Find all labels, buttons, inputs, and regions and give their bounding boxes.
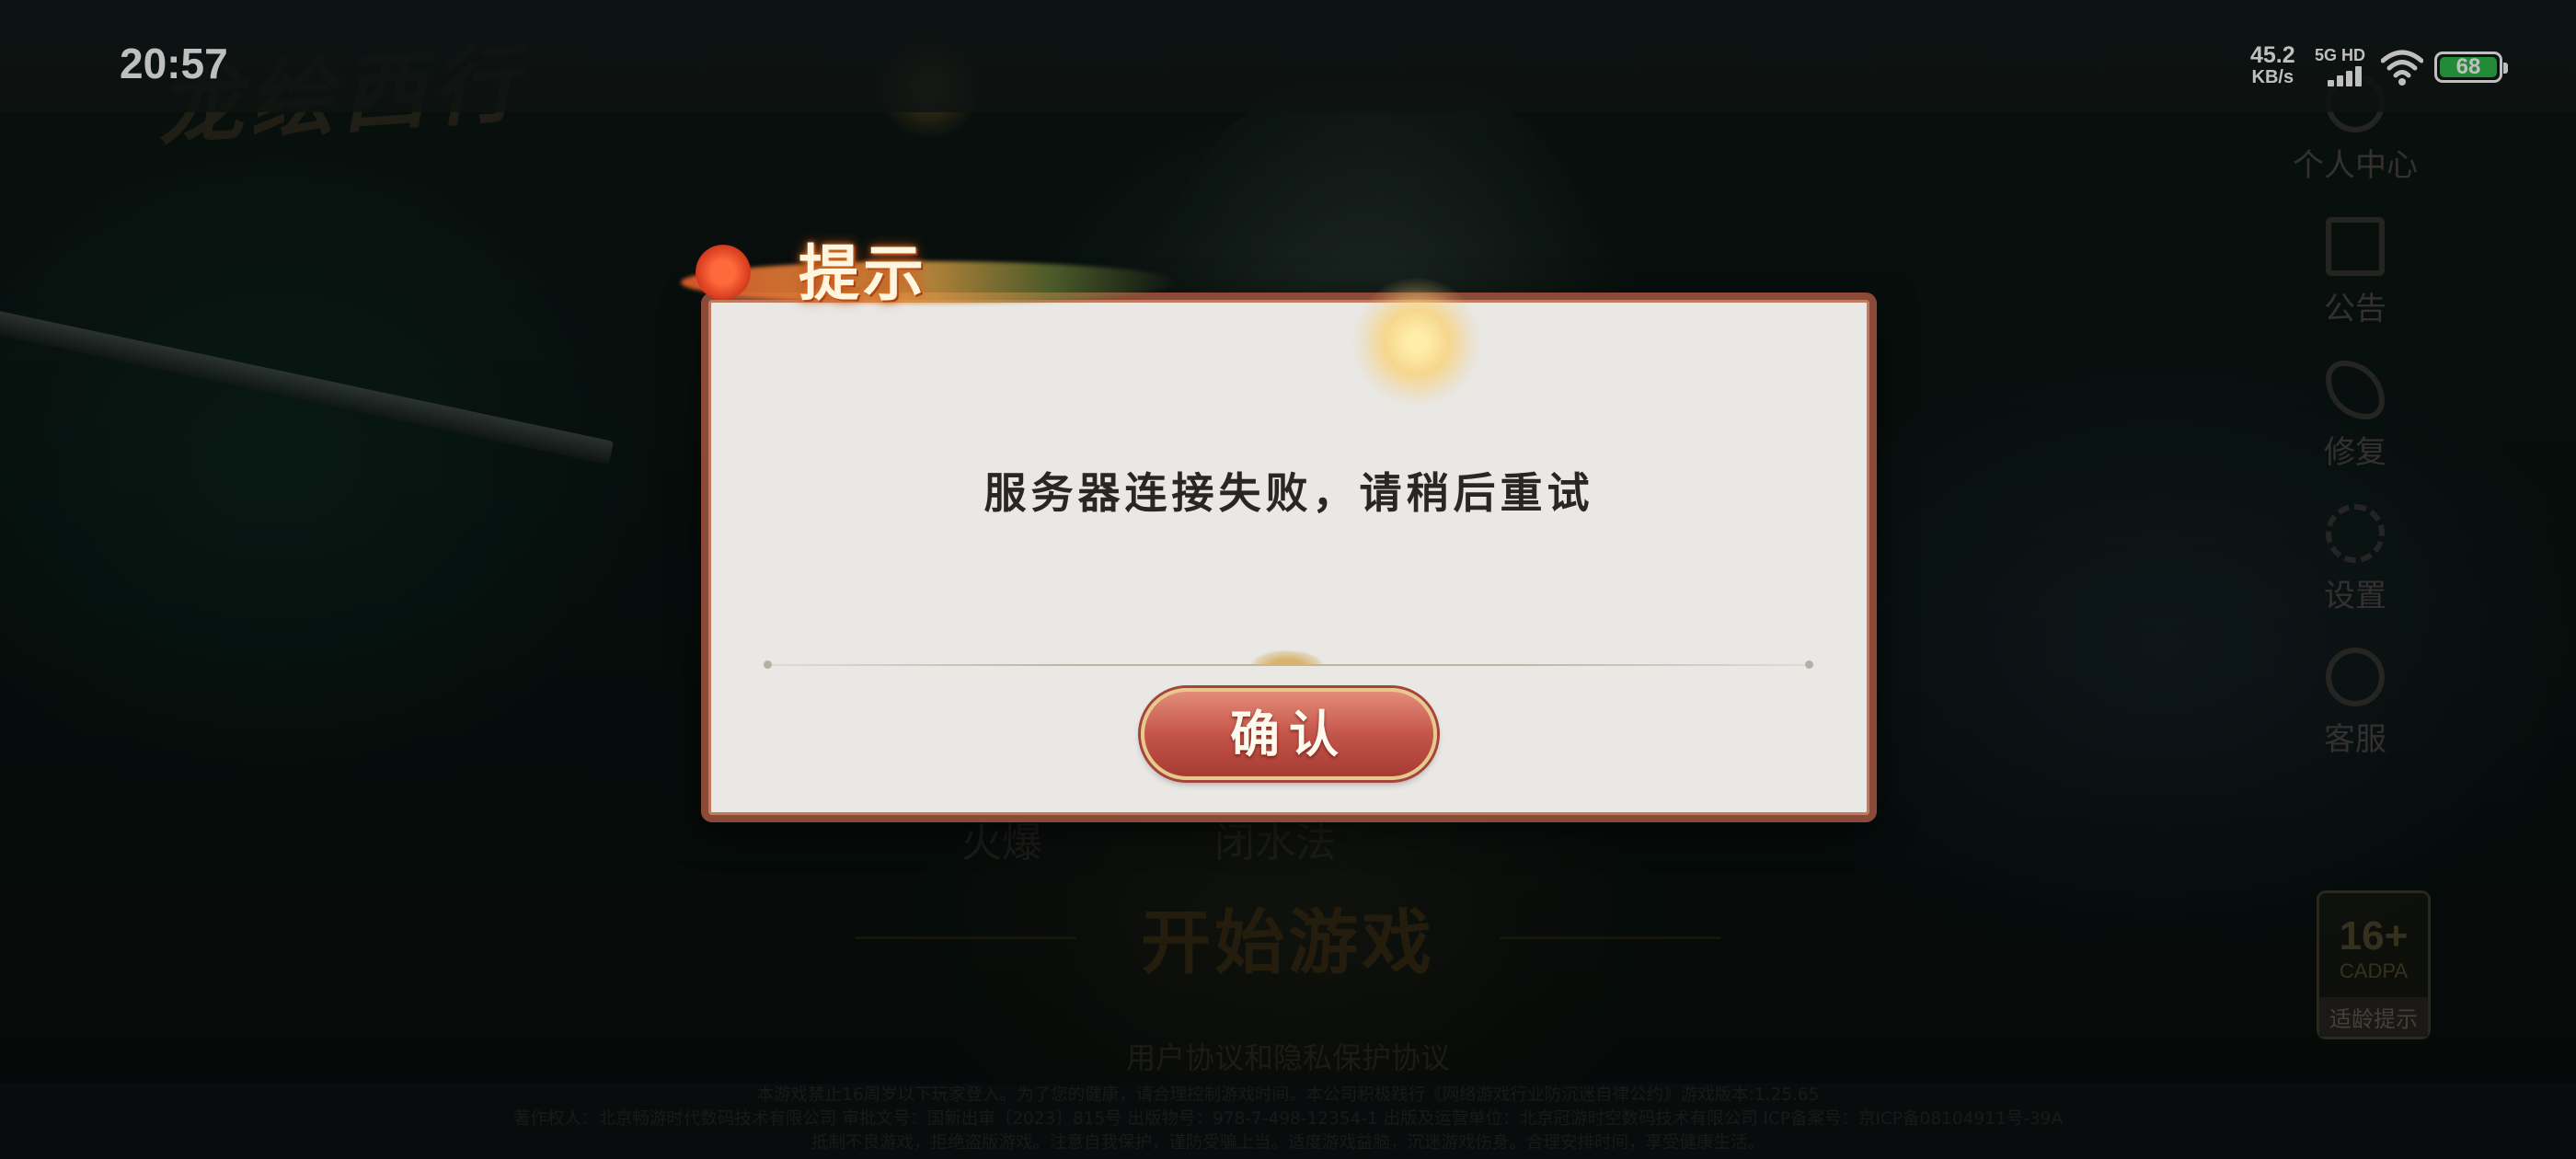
glow-orb-decoration [1352, 278, 1481, 407]
confirm-button[interactable]: 确认 [1141, 688, 1437, 780]
dialog-message: 服务器连接失败，请稍后重试 [983, 468, 1594, 518]
divider-dot-left [764, 660, 772, 669]
red-sun-decoration [696, 245, 751, 300]
dialog-title: 提示 [799, 237, 927, 309]
dialog-title-plate: 提示 [681, 230, 1178, 322]
cloud-swirl-decoration [681, 261, 1178, 304]
divider-dot-right [1805, 660, 1813, 669]
divider-ornament [1249, 649, 1325, 666]
